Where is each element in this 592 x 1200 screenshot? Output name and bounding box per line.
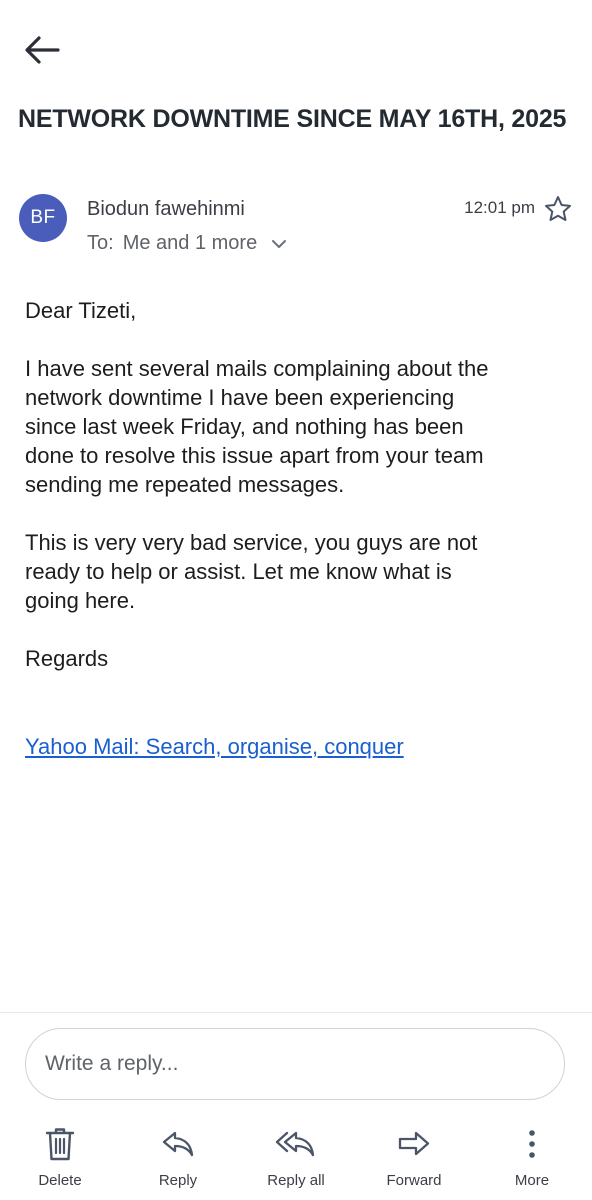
avatar[interactable]: BF (19, 194, 67, 242)
email-paragraph: I have sent several mails complaining ab… (25, 356, 489, 497)
reply-all-label: Reply all (267, 1172, 325, 1189)
reply-button[interactable]: Reply (128, 1122, 228, 1200)
chevron-down-icon (271, 239, 287, 249)
forward-label: Forward (386, 1172, 442, 1189)
avatar-initials: BF (30, 207, 56, 228)
reply-all-icon (275, 1131, 315, 1157)
star-icon[interactable] (543, 194, 573, 224)
reply-all-button[interactable]: Reply all (246, 1122, 346, 1200)
more-label: More (514, 1172, 550, 1189)
more-vertical-icon (529, 1130, 535, 1158)
email-body: Dear Tizeti, I have sent several mails c… (25, 296, 565, 702)
more-button[interactable]: More (482, 1122, 582, 1200)
email-closing: Regards (25, 646, 109, 671)
delete-button[interactable]: Delete (10, 1122, 110, 1200)
delete-label: Delete (38, 1172, 82, 1189)
forward-button[interactable]: Forward (364, 1122, 464, 1200)
email-time: 12:01 pm (464, 198, 535, 217)
signature-link[interactable]: Yahoo Mail: Search, organise, conquer (25, 732, 404, 761)
reply-input[interactable]: Write a reply... (25, 1028, 565, 1100)
forward-icon (398, 1131, 430, 1156)
reply-label: Reply (158, 1172, 198, 1189)
arrow-left-icon (25, 36, 60, 64)
bottom-toolbar: Delete Reply Reply all Forward More (0, 1122, 592, 1200)
trash-icon (45, 1128, 75, 1161)
to-label: To: (87, 232, 114, 254)
email-greeting: Dear Tizeti, (25, 298, 137, 323)
recipients-toggle[interactable]: To: Me and 1 more (87, 232, 287, 255)
recipients-text: Me and 1 more (122, 232, 258, 254)
back-button[interactable] (24, 28, 72, 72)
divider (0, 1012, 592, 1013)
sender-name[interactable]: Biodun fawehinmi (87, 198, 245, 221)
email-paragraph: This is very very bad service, you guys … (25, 530, 478, 613)
email-subject: NETWORK DOWNTIME SINCE MAY 16TH, 2025 (18, 105, 567, 133)
reply-icon (162, 1131, 194, 1157)
